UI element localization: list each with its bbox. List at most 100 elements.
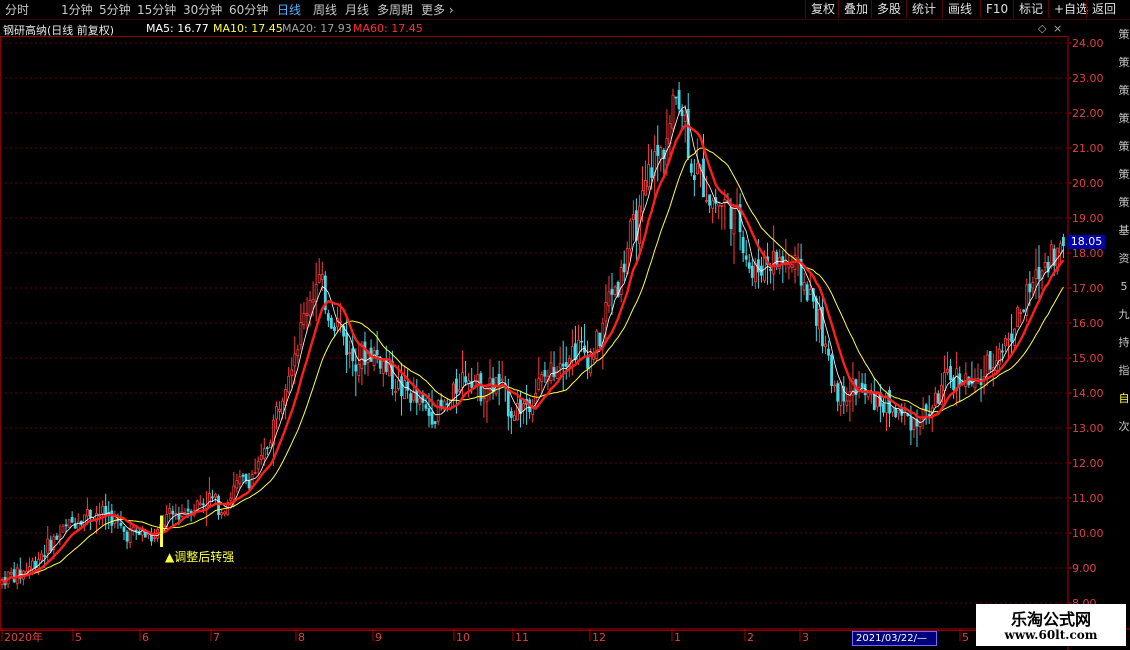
tab-7[interactable]: 周线 [313, 1, 337, 18]
candle-body [506, 389, 510, 417]
side-strip-item[interactable]: 策 [1118, 23, 1130, 47]
y-tick-label: 22.00 [1072, 107, 1104, 120]
candle-body [717, 202, 721, 207]
toolbar-button-4[interactable]: 画线 [942, 0, 977, 18]
candle-body [513, 415, 516, 422]
tab-2[interactable]: 5分钟 [99, 1, 131, 18]
candle-body [613, 286, 617, 295]
tab-1[interactable]: 1分钟 [61, 1, 93, 18]
candle-body [326, 313, 330, 321]
watermark-url: www.60lt.com [1004, 628, 1098, 642]
candle-body [442, 400, 446, 408]
tab-3[interactable]: 15分钟 [137, 1, 176, 18]
tab-10[interactable]: 更多 › [421, 1, 454, 18]
candle-body [278, 408, 281, 412]
candle-body [683, 114, 687, 122]
tab-9[interactable]: 多周期 [377, 1, 413, 18]
candle-body [345, 332, 349, 355]
candle-body [604, 302, 608, 322]
candle-body [1031, 282, 1035, 289]
candle-body [238, 476, 242, 485]
candle-body [64, 524, 68, 527]
candle-body [677, 89, 681, 110]
candle-body [750, 265, 754, 278]
candle-body [537, 378, 541, 390]
watermark: 乐淘公式网 www.60lt.com [976, 604, 1126, 646]
candle-body [689, 163, 693, 173]
side-strip-item[interactable]: 九 [1118, 303, 1130, 327]
ma-white-line [1, 106, 1064, 583]
tab-6[interactable]: 日线 [277, 1, 301, 18]
candle-body [595, 330, 599, 359]
tab-4[interactable]: 30分钟 [183, 1, 222, 18]
y-tick-label: 20.00 [1072, 177, 1104, 190]
side-strip-item[interactable]: 资 [1118, 247, 1130, 271]
x-tick-label: 9 [375, 631, 382, 644]
candle-body [150, 534, 153, 542]
side-strip-item[interactable]: 自 [1118, 387, 1130, 411]
candle-body [1007, 338, 1010, 341]
candle-body [308, 299, 312, 317]
toolbar-button-5[interactable]: F10 [980, 0, 1013, 18]
candle-body [558, 363, 562, 369]
y-tick-label: 14.00 [1072, 387, 1104, 400]
candle-body [796, 257, 800, 261]
candle-body [509, 411, 513, 418]
toolbar-button-8[interactable]: 返回 [1086, 0, 1121, 18]
side-strip-item[interactable]: 持 [1118, 331, 1130, 355]
candle-body [674, 96, 678, 99]
ma5-label: MA5: 16.77 [146, 22, 209, 35]
candle-body [845, 400, 849, 406]
candle-body [882, 403, 885, 413]
candle-body [406, 381, 410, 391]
tab-0[interactable]: 分时 [5, 1, 29, 18]
side-strip-item[interactable]: 5 [1118, 275, 1130, 299]
side-strip-item[interactable]: 策 [1118, 135, 1130, 159]
toolbar-button-2[interactable]: 多股 [871, 0, 906, 18]
side-strip-item[interactable]: 次 [1118, 415, 1130, 439]
candle-body [741, 237, 745, 254]
cursor-date-box: 2021/03/22/— [852, 631, 937, 646]
candle-body [894, 407, 898, 418]
side-strip[interactable]: 策策策策策策策基资5九持指自次 [1118, 19, 1130, 474]
diamond-icon[interactable]: ◇ [1038, 22, 1046, 35]
candle-body [985, 354, 989, 375]
toolbar-button-6[interactable]: 标记 [1013, 0, 1048, 18]
candle-body [61, 525, 65, 533]
side-strip-item[interactable]: 策 [1118, 163, 1130, 187]
side-strip-item[interactable]: 策 [1118, 51, 1130, 75]
candle-body [708, 194, 711, 206]
candle-body [122, 526, 126, 532]
side-strip-item[interactable]: 指 [1118, 359, 1130, 383]
close-icon[interactable]: × [1053, 22, 1062, 35]
candle-body [836, 383, 840, 402]
candle-body [561, 363, 565, 367]
candle-body [1058, 243, 1062, 254]
candle-body [720, 204, 724, 207]
toolbar-button-0[interactable]: 复权 [805, 0, 840, 18]
y-tick-label: 10.00 [1072, 527, 1104, 540]
candle-body [891, 407, 894, 413]
x-tick-label: 3 [802, 631, 809, 644]
candle-body [220, 512, 224, 516]
side-strip-item[interactable]: 策 [1118, 79, 1130, 103]
candle-body [696, 163, 699, 175]
toolbar-button-3[interactable]: 统计 [906, 0, 941, 18]
candle-body [302, 312, 306, 326]
side-strip-item[interactable]: 策 [1118, 107, 1130, 131]
candle-body [747, 262, 751, 269]
y-tick-label: 15.00 [1072, 352, 1104, 365]
side-strip-item[interactable]: 基 [1118, 219, 1130, 243]
candle-body [805, 284, 809, 301]
ma20-label: MA20: 17.93 [282, 22, 352, 35]
toolbar-button-1[interactable]: 叠加 [838, 0, 873, 18]
tab-5[interactable]: 60分钟 [229, 1, 268, 18]
candle-body [458, 389, 461, 392]
candle-body [375, 350, 379, 355]
candle-body [1019, 312, 1023, 314]
candle-body [1034, 269, 1038, 279]
x-tick-label: 1 [674, 631, 681, 644]
candle-body [778, 257, 782, 270]
side-strip-item[interactable]: 策 [1118, 191, 1130, 215]
tab-8[interactable]: 月线 [345, 1, 369, 18]
